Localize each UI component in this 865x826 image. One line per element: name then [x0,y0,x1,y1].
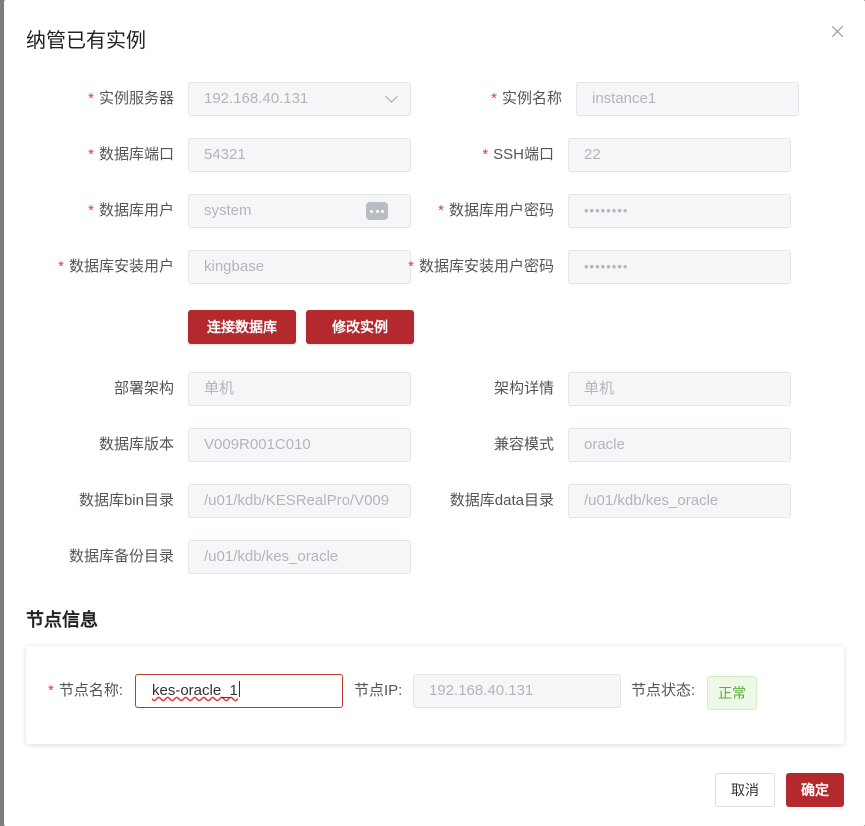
db-version-label: 数据库版本 [98,436,174,453]
ssh-port-label: * SSH端口 [482,146,554,163]
db-version-input: V009R001C010 [188,428,411,462]
bin-dir-input: /u01/kdb/KESRealPro/V009 [188,484,411,518]
bin-dir-label: 数据库bin目录 [78,492,174,509]
close-icon[interactable] [828,22,848,42]
install-user-input[interactable]: kingbase [188,250,411,284]
compat-mode-label: 兼容模式 [493,436,554,453]
db-user-password-label: * 数据库用户密码 [438,202,554,219]
backup-dir-input: /u01/kdb/kes_oracle [188,540,411,574]
deploy-arch-label: 部署架构 [113,380,174,397]
compat-mode-input: oracle [568,428,791,462]
node-ip-input: 192.168.40.131 [413,674,621,708]
install-user-label: * 数据库安装用户 [58,258,174,275]
db-port-label: * 数据库端口 [88,146,174,163]
deploy-arch-input: 单机 [188,372,411,406]
node-section-title: 节点信息 [26,610,98,630]
instance-server-select[interactable]: 192.168.40.131 [188,82,411,116]
data-dir-input: /u01/kdb/kes_oracle [568,484,791,518]
arch-detail-label: 架构详情 [493,380,554,397]
dialog: 纳管已有实例 * 实例服务器 192.168.40.131 * 实例名称 insta… [4,0,865,826]
node-card: * 节点名称: kes-oracle_1 节点IP: 192.168.40.131… [26,646,844,744]
data-dir-label: 数据库data目录 [449,492,554,509]
password-manager-icon[interactable] [366,202,388,220]
arch-detail-input: 单机 [568,372,791,406]
chevron-down-icon [385,90,398,103]
instance-name-input[interactable]: instance1 [576,82,799,116]
ssh-port-input[interactable]: 22 [568,138,791,172]
node-status-label: 节点状态: [631,682,696,699]
db-user-input[interactable]: system [188,194,411,228]
install-user-password-label: * 数据库安装用户密码 [408,258,554,275]
confirm-button[interactable]: 确定 [786,773,844,807]
dialog-title: 纳管已有实例 [26,30,146,52]
backup-dir-label: 数据库备份目录 [68,548,174,565]
node-ip-label: 节点IP: [354,682,403,699]
connect-database-button[interactable]: 连接数据库 [188,310,296,344]
instance-name-label: * 实例名称 [491,90,562,107]
instance-server-label: * 实例服务器 [88,90,174,107]
node-name-label: * 节点名称: [48,682,124,699]
node-status-badge: 正常 [707,676,757,710]
db-port-input[interactable]: 54321 [188,138,411,172]
install-user-password-input[interactable]: •••••••• [568,250,791,284]
text-caret [238,681,240,697]
db-user-label: * 数据库用户 [88,202,174,219]
cancel-button[interactable]: 取消 [715,773,775,807]
node-name-input[interactable]: kes-oracle_1 [135,674,343,708]
modify-instance-button[interactable]: 修改实例 [306,310,414,344]
db-user-password-input[interactable]: •••••••• [568,194,791,228]
